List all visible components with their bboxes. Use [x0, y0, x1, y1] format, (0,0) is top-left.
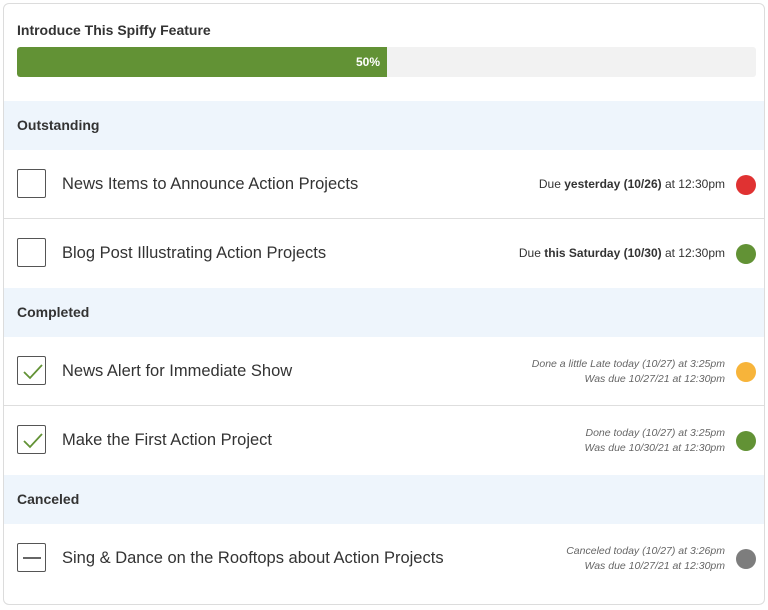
task-checkbox[interactable]: [17, 238, 46, 267]
task-checkbox-checked[interactable]: [17, 356, 46, 385]
completion-meta: Done today (10/27) at 3:25pm Was due 10/…: [585, 426, 726, 456]
progress-fill: [17, 47, 387, 77]
task-label[interactable]: Sing & Dance on the Rooftops about Actio…: [62, 524, 444, 593]
cancel-meta: Canceled today (10/27) at 3:26pm Was due…: [566, 544, 725, 574]
checkmark-icon: [23, 433, 43, 449]
task-row[interactable]: News Items to Announce Action Projects D…: [4, 150, 764, 219]
original-due: Was due 10/27/21 at 12:30pm: [584, 373, 726, 385]
feature-header: Introduce This Spiffy Feature 50%: [4, 4, 764, 101]
original-due: Was due 10/27/21 at 12:30pm: [584, 560, 726, 572]
original-due: Was due 10/30/21 at 12:30pm: [584, 442, 726, 454]
task-row[interactable]: Sing & Dance on the Rooftops about Actio…: [4, 524, 764, 594]
task-row[interactable]: Blog Post Illustrating Action Projects D…: [4, 219, 764, 288]
section-completed-header: Completed: [4, 288, 764, 337]
feature-title: Introduce This Spiffy Feature: [17, 22, 211, 38]
section-canceled-header: Canceled: [4, 475, 764, 524]
completion-time: Done today (10/27) at 3:25pm: [585, 427, 725, 439]
progress-bar: 50%: [17, 47, 756, 77]
task-label[interactable]: News Items to Announce Action Projects: [62, 150, 358, 219]
due-text: Due this Saturday (10/30) at 12:30pm: [518, 246, 725, 260]
checkmark-icon: [23, 364, 43, 380]
completion-meta: Done a little Late today (10/27) at 3:25…: [532, 357, 725, 387]
task-row[interactable]: News Alert for Immediate Show Done a lit…: [4, 337, 764, 406]
dash-icon: [23, 557, 41, 559]
section-outstanding-header: Outstanding: [4, 101, 764, 150]
task-checkbox-checked[interactable]: [17, 425, 46, 454]
due-text: Due yesterday (10/26) at 12:30pm: [538, 177, 725, 191]
task-checkbox-canceled[interactable]: [17, 543, 46, 572]
status-dot: [736, 431, 756, 451]
status-dot: [736, 362, 756, 382]
task-label[interactable]: Blog Post Illustrating Action Projects: [62, 219, 326, 288]
task-row[interactable]: Make the First Action Project Done today…: [4, 406, 764, 475]
cancel-time: Canceled today (10/27) at 3:26pm: [566, 545, 725, 557]
feature-card: Introduce This Spiffy Feature 50% Outsta…: [3, 3, 765, 605]
status-dot: [736, 175, 756, 195]
progress-label: 50%: [356, 55, 381, 69]
task-checkbox[interactable]: [17, 169, 46, 198]
status-dot: [736, 244, 756, 264]
completion-time: Done a little Late today (10/27) at 3:25…: [531, 358, 725, 370]
task-label[interactable]: News Alert for Immediate Show: [62, 337, 292, 406]
task-label[interactable]: Make the First Action Project: [62, 406, 272, 475]
status-dot: [736, 549, 756, 569]
